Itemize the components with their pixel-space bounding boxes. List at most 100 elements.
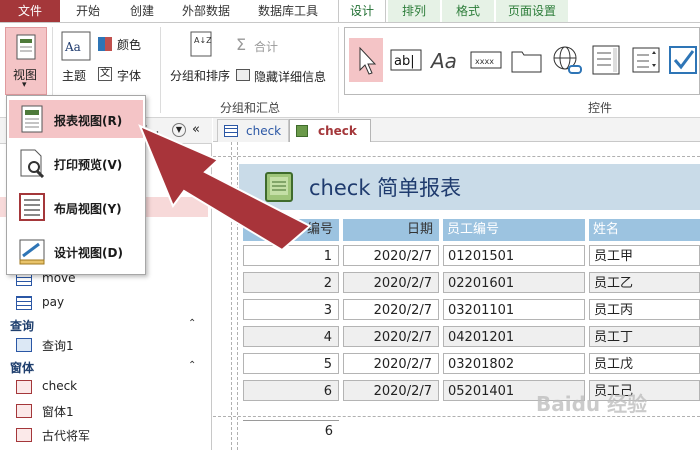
- combo-box-icon: [632, 47, 660, 73]
- table-cell-employee-id[interactable]: 03201101: [443, 299, 585, 320]
- doc-tab-check-report[interactable]: check: [289, 119, 371, 142]
- table-cell-employee-id[interactable]: 04201201: [443, 326, 585, 347]
- chevron-down-icon[interactable]: ▼: [172, 123, 186, 137]
- chevron-up-icon[interactable]: ⌃: [188, 360, 196, 371]
- table-cell-date[interactable]: 2020/2/7: [343, 326, 439, 347]
- table-cell-name[interactable]: 员工甲: [589, 245, 700, 266]
- layout-guide: [231, 142, 232, 450]
- report-view-icon: [16, 34, 36, 60]
- design-view-icon: [19, 239, 45, 265]
- totals-button[interactable]: Σ 合计: [236, 35, 306, 54]
- svg-text:xxxx: xxxx: [475, 57, 494, 66]
- table-cell-date[interactable]: 2020/2/7: [343, 245, 439, 266]
- chevron-up-icon[interactable]: ⌃: [188, 318, 196, 329]
- controls-gallery: ab| Aa xxxx: [344, 27, 700, 95]
- table-cell-date[interactable]: 2020/2/7: [343, 380, 439, 401]
- view-button[interactable]: 视图 ▾: [5, 27, 47, 95]
- table-cell-date[interactable]: 2020/2/7: [343, 299, 439, 320]
- sigma-icon: Σ: [236, 35, 247, 54]
- pointer-icon: [359, 46, 377, 75]
- table-cell-id[interactable]: 4: [243, 326, 339, 347]
- checkbox-control-button[interactable]: [667, 42, 700, 78]
- table-cell-employee-id[interactable]: 02201601: [443, 272, 585, 293]
- label-control-button[interactable]: Aa: [429, 42, 465, 78]
- menu-item-label: 设计视图(D): [54, 246, 123, 260]
- hide-details-button[interactable]: 隐藏详细信息: [236, 67, 336, 85]
- svg-text:Aa: Aa: [64, 40, 81, 54]
- globe-link-icon: [553, 46, 582, 74]
- collapse-pane-icon[interactable]: «: [192, 122, 200, 137]
- menu-item-label: 打印预览(V): [54, 158, 123, 172]
- table-cell-name[interactable]: 员工丙: [589, 299, 700, 320]
- column-header-employee-id: 员工编号: [443, 219, 585, 241]
- tab-format[interactable]: 格式: [442, 0, 494, 22]
- tab-arrange[interactable]: 排列: [388, 0, 440, 22]
- table-cell-id[interactable]: 2: [243, 272, 339, 293]
- nav-item-label: 查询1: [42, 339, 74, 353]
- report-icon: [296, 125, 308, 137]
- svg-text:ab|: ab|: [394, 54, 415, 69]
- nav-item-label: 古代将军: [42, 429, 91, 443]
- tab-design[interactable]: 设计: [338, 0, 386, 22]
- table-cell-name[interactable]: 员工乙: [589, 272, 700, 293]
- table-icon: [224, 125, 238, 137]
- doc-tab-check-form[interactable]: check: [217, 119, 289, 142]
- nav-section-queries[interactable]: 查询: [10, 317, 34, 334]
- menu-item-report-view[interactable]: 报表视图(R): [9, 100, 143, 138]
- menu-item-print-preview[interactable]: 打印预览(V): [9, 144, 143, 182]
- colors-label: 颜色: [117, 38, 142, 52]
- menu-item-label: 报表视图(R): [54, 114, 123, 128]
- query-icon: [16, 338, 32, 352]
- font-button[interactable]: 文 字体: [98, 66, 158, 84]
- view-dropdown-menu: 报表视图(R) 打印预览(V) 布局视图(Y) 设计视图(D): [6, 95, 146, 275]
- nav-item-label: 窗体1: [42, 405, 74, 419]
- nav-section-forms[interactable]: 窗体: [10, 359, 34, 376]
- checkmark-icon: [669, 46, 697, 74]
- ribbon-separator: [160, 27, 161, 113]
- form-icon: [16, 404, 32, 418]
- table-cell-employee-id[interactable]: 01201501: [443, 245, 585, 266]
- colors-button[interactable]: 颜色: [98, 35, 158, 53]
- web-browser-control-button[interactable]: [589, 42, 625, 78]
- tab-create[interactable]: 创建: [116, 0, 168, 22]
- print-preview-icon: [20, 149, 45, 178]
- hide-details-label: 隐藏详细信息: [254, 70, 327, 84]
- select-pointer-button[interactable]: [349, 38, 383, 82]
- font-icon: 文: [98, 67, 112, 81]
- nav-item-label: pay: [42, 295, 65, 309]
- tab-control-button[interactable]: [509, 42, 545, 78]
- theme-button[interactable]: Aa 主题: [58, 27, 94, 95]
- tab-home[interactable]: 开始: [62, 0, 114, 22]
- tab-external-data[interactable]: 外部数据: [170, 0, 242, 22]
- menu-item-design-view[interactable]: 设计视图(D): [9, 232, 143, 270]
- menu-item-label: 布局视图(Y): [54, 202, 122, 216]
- tab-file[interactable]: 文件: [0, 0, 60, 22]
- menu-item-layout-view[interactable]: 布局视图(Y): [9, 188, 143, 226]
- table-cell-employee-id[interactable]: 03201802: [443, 353, 585, 374]
- table-cell-name[interactable]: 员工丁: [589, 326, 700, 347]
- table-cell-id[interactable]: 3: [243, 299, 339, 320]
- watermark: Baidu 经验: [536, 392, 648, 416]
- table-cell-name[interactable]: 员工戊: [589, 353, 700, 374]
- table-cell-date[interactable]: 2020/2/7: [343, 272, 439, 293]
- textbox-control-button[interactable]: ab|: [389, 42, 425, 78]
- form-icon: [16, 380, 32, 394]
- combo-box-control-button[interactable]: [629, 42, 665, 78]
- table-cell-id[interactable]: 5: [243, 353, 339, 374]
- tab-database-tools[interactable]: 数据库工具: [244, 0, 332, 22]
- table-cell-id[interactable]: 6: [243, 380, 339, 401]
- table-cell-id[interactable]: 1: [243, 245, 339, 266]
- button-control-button[interactable]: xxxx: [469, 42, 505, 78]
- layout-guide: [237, 142, 238, 450]
- nav-item-label: check: [42, 379, 78, 393]
- tab-page-setup[interactable]: 页面设置: [496, 0, 568, 22]
- command-button-icon: xxxx: [470, 51, 502, 69]
- layout-guide: [213, 156, 700, 157]
- colors-icon: [98, 37, 112, 51]
- table-cell-date[interactable]: 2020/2/7: [343, 353, 439, 374]
- report-view-icon: [21, 105, 43, 133]
- group-sort-button[interactable]: A↓Z 分组和排序: [168, 27, 234, 87]
- hyperlink-control-button[interactable]: [549, 42, 585, 78]
- folder-tab-icon: [511, 51, 542, 73]
- table-icon: [16, 296, 32, 310]
